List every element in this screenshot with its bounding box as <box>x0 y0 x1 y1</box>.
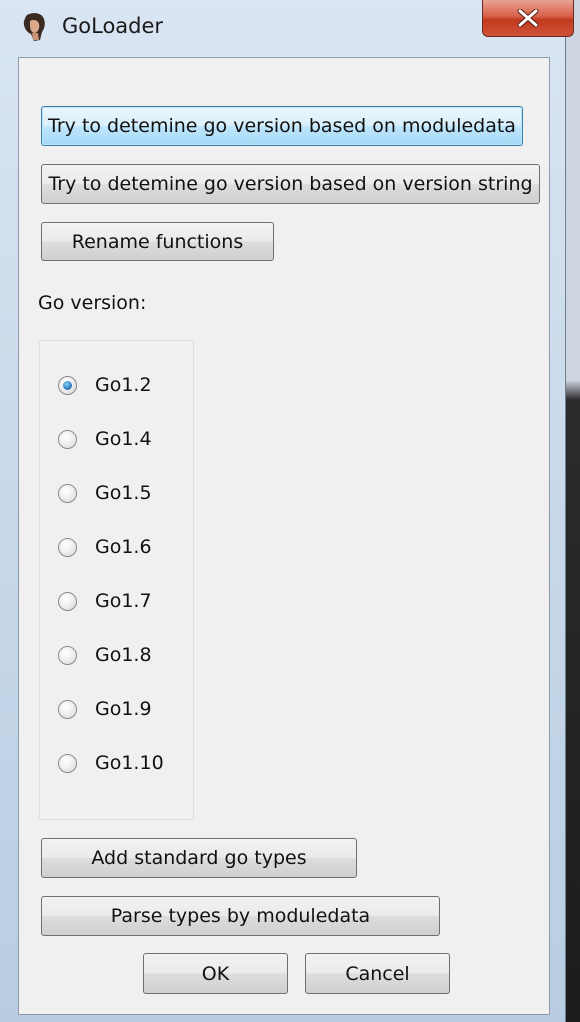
moduledata-version-button[interactable]: Try to detemine go version based on modu… <box>41 106 523 146</box>
radio-label: Go1.6 <box>95 536 152 558</box>
cancel-button[interactable]: Cancel <box>305 953 450 994</box>
radio-go1-9[interactable]: Go1.9 <box>58 696 152 722</box>
close-icon <box>517 9 539 27</box>
radio-button[interactable] <box>58 483 77 503</box>
radio-label: Go1.8 <box>95 644 152 666</box>
rename-functions-button[interactable]: Rename functions <box>41 222 274 261</box>
close-button[interactable] <box>482 0 574 37</box>
app-icon <box>20 12 48 42</box>
radio-label: Go1.4 <box>95 428 152 450</box>
radio-button[interactable] <box>58 645 77 665</box>
window-title: GoLoader <box>62 14 164 38</box>
radio-label: Go1.7 <box>95 590 152 612</box>
title-bar[interactable]: GoLoader <box>0 0 574 52</box>
radio-button[interactable] <box>58 537 77 557</box>
radio-label: Go1.2 <box>95 374 152 396</box>
parse-types-button[interactable]: Parse types by moduledata <box>41 896 440 936</box>
radio-label: Go1.10 <box>95 752 164 774</box>
radio-button[interactable] <box>58 429 77 449</box>
radio-button-selected[interactable] <box>58 375 77 395</box>
radio-button[interactable] <box>58 699 77 719</box>
go-version-group <box>39 340 194 820</box>
add-standard-types-button[interactable]: Add standard go types <box>41 838 357 878</box>
go-version-label: Go version: <box>38 292 147 314</box>
version-string-button[interactable]: Try to detemine go version based on vers… <box>41 164 540 204</box>
radio-go1-6[interactable]: Go1.6 <box>58 534 152 560</box>
dialog-body: Try to detemine go version based on modu… <box>18 57 550 1015</box>
radio-label: Go1.5 <box>95 482 152 504</box>
radio-go1-5[interactable]: Go1.5 <box>58 480 152 506</box>
radio-label: Go1.9 <box>95 698 152 720</box>
radio-go1-8[interactable]: Go1.8 <box>58 642 152 668</box>
radio-go1-2[interactable]: Go1.2 <box>58 372 152 398</box>
radio-go1-4[interactable]: Go1.4 <box>58 426 152 452</box>
radio-button[interactable] <box>58 591 77 611</box>
ok-button[interactable]: OK <box>143 953 288 994</box>
radio-go1-7[interactable]: Go1.7 <box>58 588 152 614</box>
radio-go1-10[interactable]: Go1.10 <box>58 750 164 776</box>
radio-button[interactable] <box>58 753 77 773</box>
goloader-dialog: GoLoader Try to detemine go version base… <box>0 0 574 1022</box>
